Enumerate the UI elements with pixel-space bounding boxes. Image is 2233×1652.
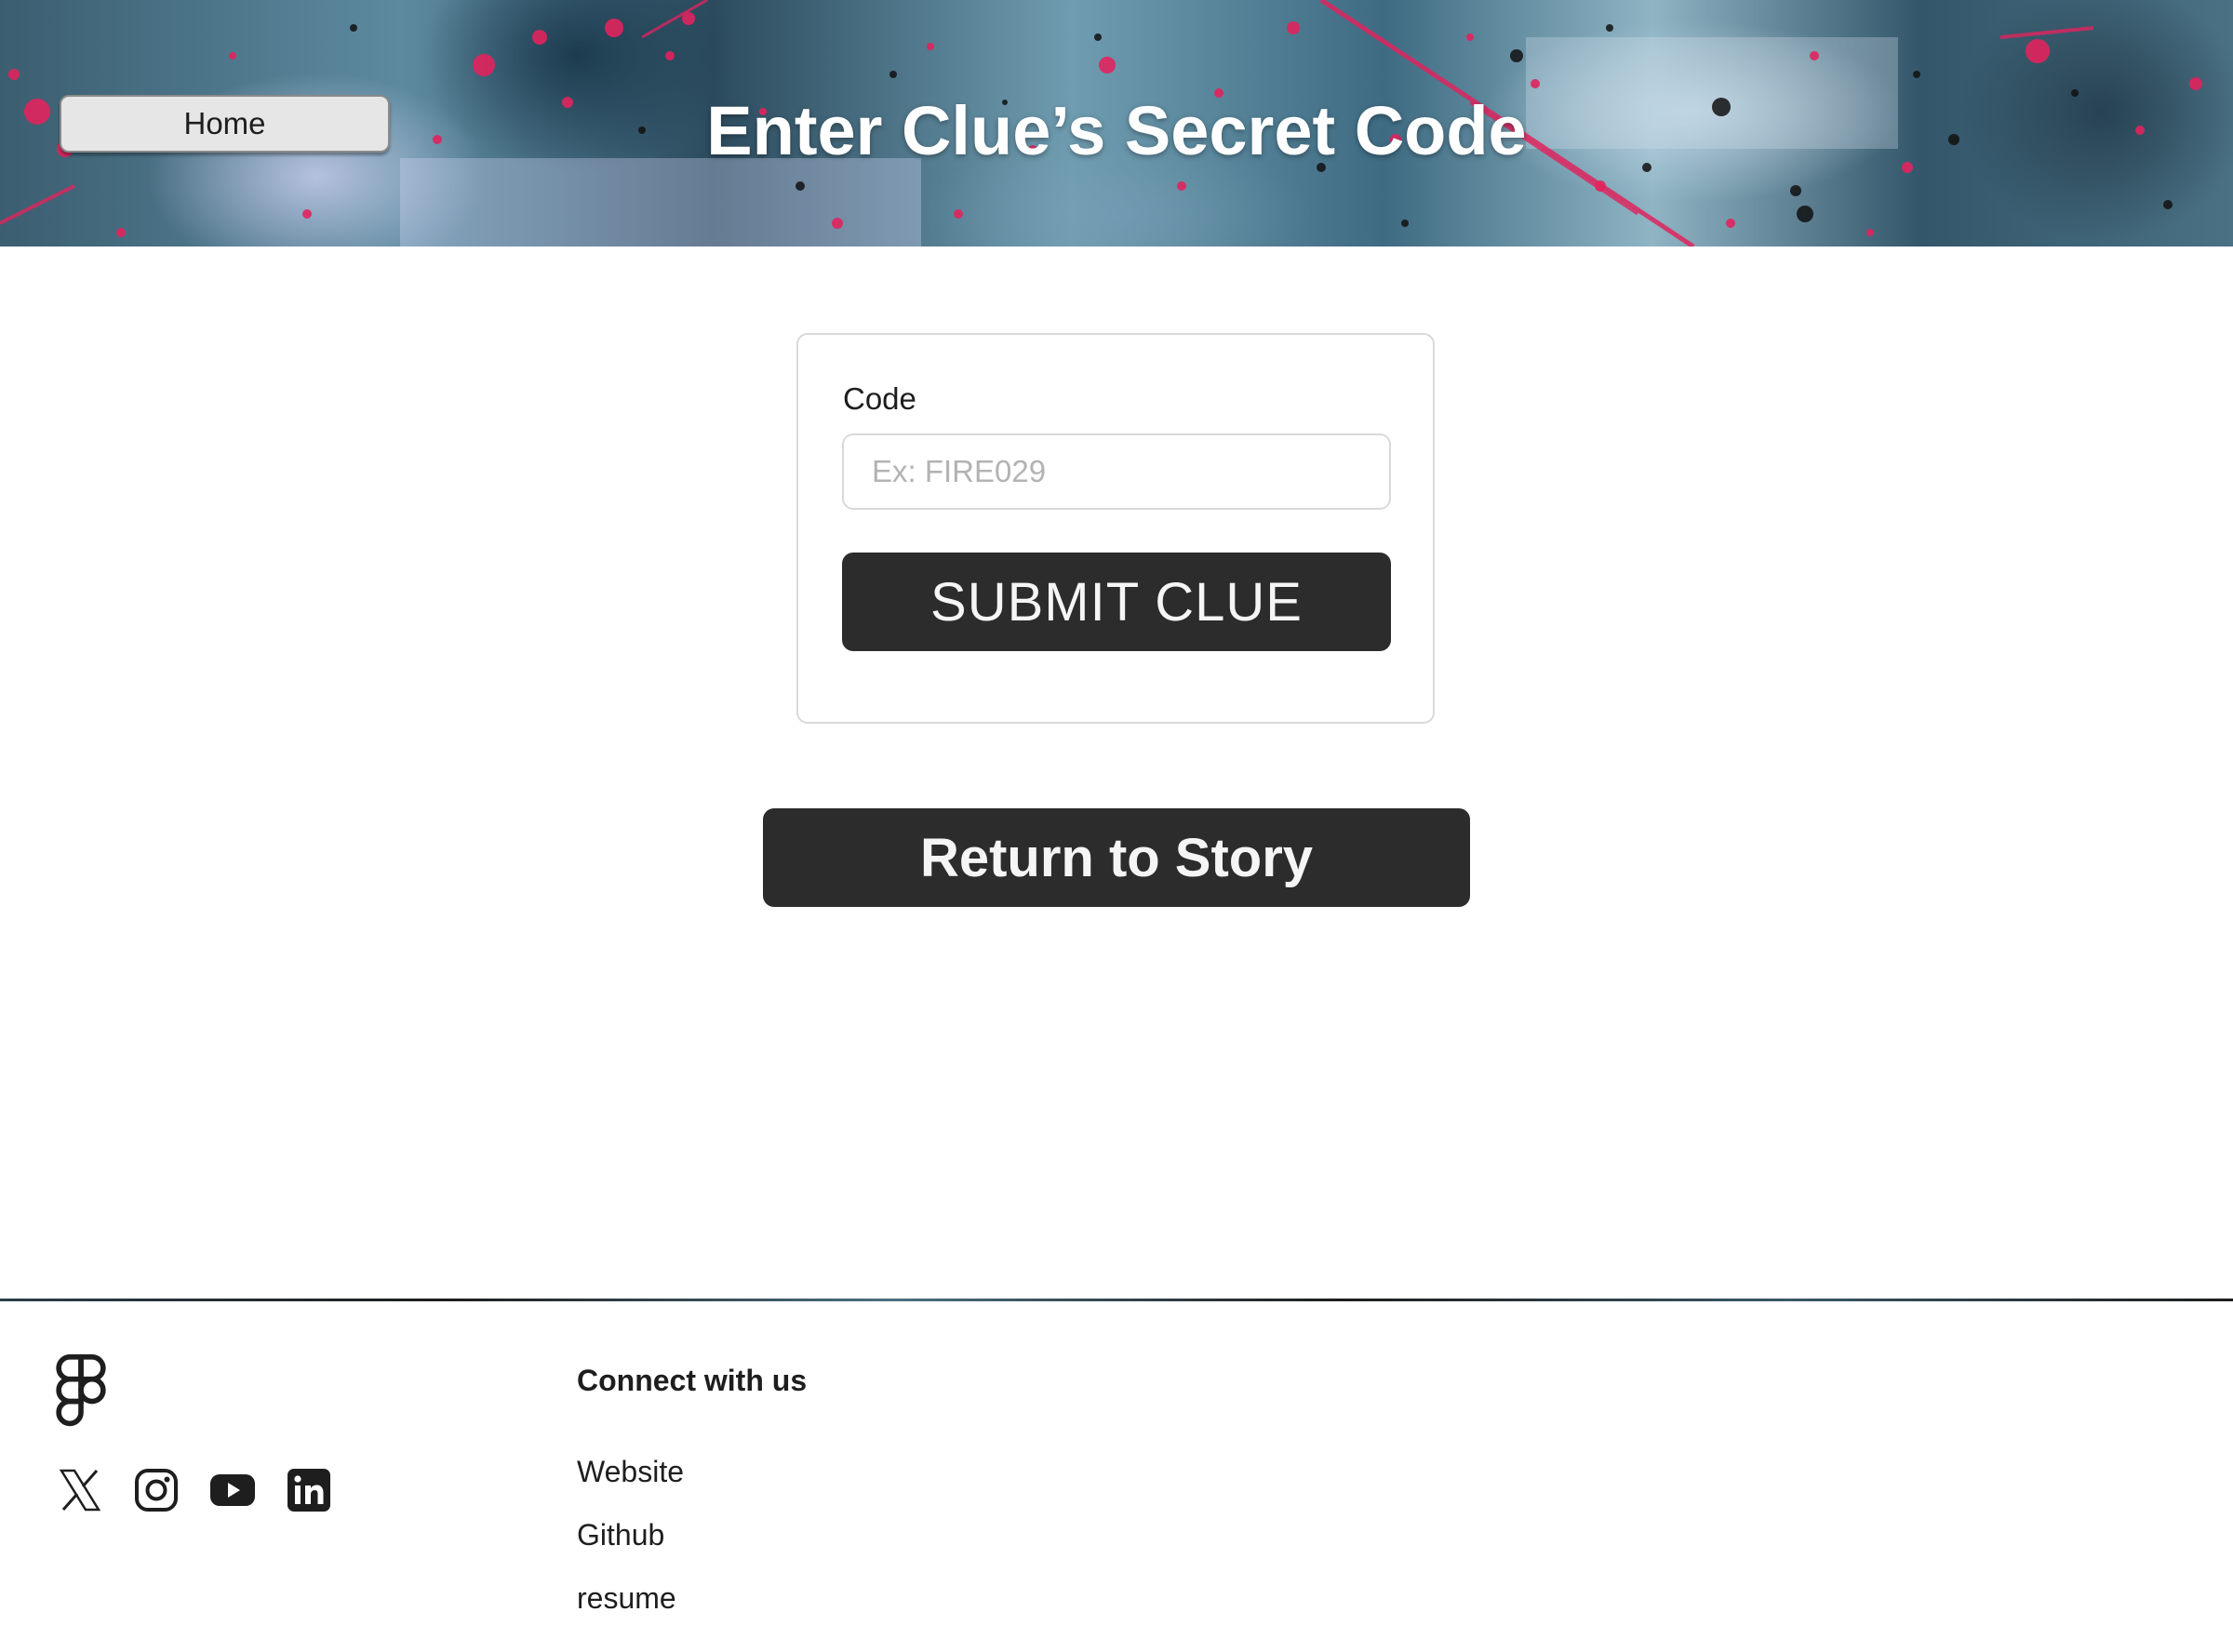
footer-link-resume[interactable]: resume: [577, 1581, 676, 1616]
return-to-story-label: Return to Story: [919, 827, 1314, 888]
submit-clue-button[interactable]: SUBMIT CLUE: [842, 553, 1391, 651]
return-to-story-button[interactable]: Return to Story: [763, 808, 1470, 907]
submit-clue-label: SUBMIT CLUE: [930, 571, 1303, 633]
social-links: [56, 1466, 333, 1514]
youtube-icon[interactable]: [208, 1466, 257, 1514]
instagram-icon[interactable]: [132, 1466, 181, 1514]
clue-code-form: Code SUBMIT CLUE: [796, 333, 1435, 724]
x-icon[interactable]: [56, 1466, 104, 1514]
connect-heading: Connect with us: [577, 1364, 808, 1397]
footer-link-github[interactable]: Github: [577, 1518, 664, 1552]
home-button-label: Home: [183, 106, 266, 140]
linkedin-icon[interactable]: [285, 1466, 333, 1514]
footer-link-website[interactable]: Website: [577, 1455, 684, 1489]
footer-divider: [0, 1299, 2233, 1301]
code-label: Code: [843, 381, 916, 416]
home-button[interactable]: Home: [60, 95, 390, 153]
hero-banner: Home Enter Clue’s Secret Code: [0, 0, 2233, 246]
code-input[interactable]: [842, 433, 1391, 510]
figma-logo: [56, 1354, 106, 1427]
